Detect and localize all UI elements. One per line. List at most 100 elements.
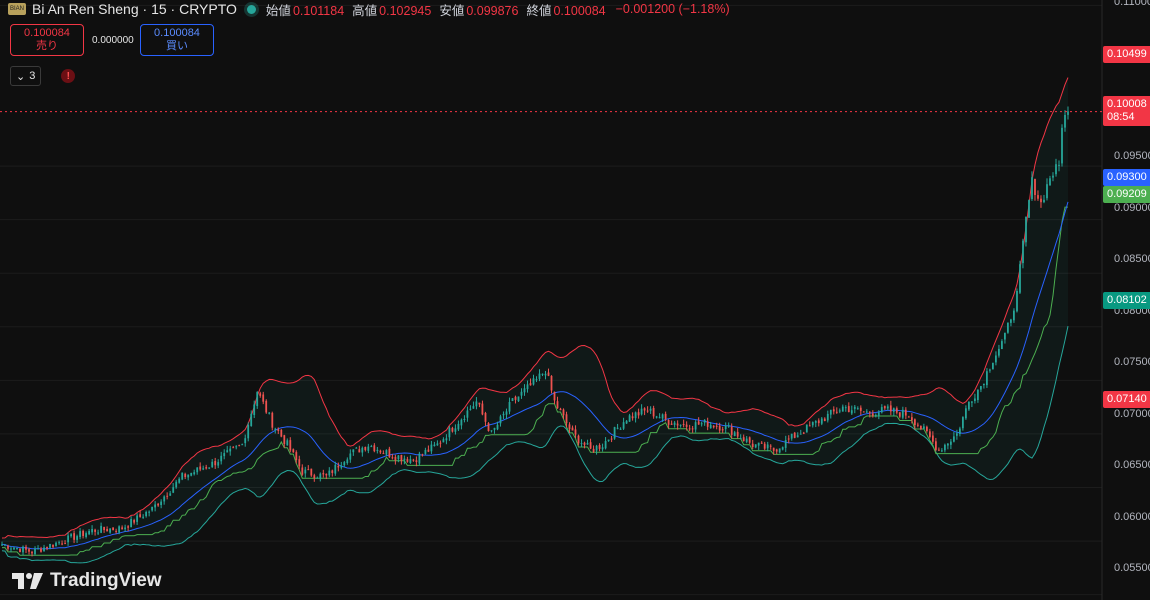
candle-body (325, 473, 328, 476)
candle-body (853, 406, 856, 409)
candle-body (953, 436, 955, 442)
candle-body (703, 419, 706, 423)
candle-body (406, 459, 409, 462)
candle-body (883, 406, 886, 409)
candle-body (94, 529, 96, 532)
candle-body (679, 424, 682, 426)
candle-body (850, 410, 853, 414)
candle-body (709, 424, 712, 429)
candle-body (361, 447, 364, 453)
candle-body (959, 428, 961, 434)
buy-button[interactable]: 0.100084 買い (140, 24, 214, 56)
candle-body (130, 519, 132, 528)
candle-body (562, 409, 565, 416)
candle-body (1016, 291, 1018, 312)
candle-body (178, 478, 181, 483)
candle-body (373, 445, 376, 452)
candle-body (559, 408, 562, 411)
price-tick: 0.09000 (1114, 202, 1150, 214)
candle-body (610, 438, 613, 440)
symbol-logo-icon[interactable]: BIAN (8, 3, 26, 15)
candle-body (592, 448, 595, 452)
symbol-title[interactable]: Bi An Ren Sheng · 15 · CRYPTO (32, 1, 237, 17)
indicators-toggle-button[interactable]: ⌄ 3 (10, 66, 42, 86)
candle-body (70, 534, 72, 537)
candle-body (1031, 177, 1033, 199)
candle-body (526, 384, 529, 390)
candle-body (589, 442, 592, 449)
candle-body (454, 428, 457, 432)
candle-body (535, 379, 538, 381)
warning-icon[interactable]: ! (61, 69, 76, 83)
ohlc-values: 始値 0.101184 高値 0.102945 安値 0.099876 終値 0.100… (266, 0, 606, 19)
candle-body (1034, 179, 1036, 195)
candle-body (718, 425, 721, 431)
candle-body (511, 398, 514, 401)
candle-body (10, 548, 12, 550)
candle-body (646, 410, 649, 412)
candle-body (181, 472, 184, 480)
candle-body (259, 393, 262, 396)
candle-body (145, 512, 147, 517)
candle-body (745, 438, 748, 442)
candle-body (992, 363, 994, 370)
candle-body (196, 467, 199, 473)
candle-body (127, 526, 129, 528)
candle-body (415, 460, 418, 462)
candle-body (874, 414, 877, 417)
candle-body (253, 404, 256, 415)
candle-body (859, 407, 862, 411)
candle-body (1049, 178, 1051, 186)
ohlc-close: 終値 0.100084 (526, 3, 606, 18)
candle-body (424, 450, 427, 454)
candle-body (841, 406, 844, 412)
indicator-row: ⌄ 3 ! (10, 66, 76, 86)
upper-band-line (1, 77, 1069, 539)
candle-body (625, 420, 628, 424)
price-tick: 0.11000 (1114, 0, 1150, 8)
tradingview-watermark[interactable]: TradingView (12, 570, 162, 592)
candle-body (862, 411, 865, 413)
candle-body (289, 440, 292, 451)
sell-button[interactable]: 0.100084 売り (10, 24, 84, 56)
candle-body (986, 371, 988, 386)
candle-body (313, 475, 316, 479)
candle-body (280, 429, 283, 437)
candle-body (977, 389, 979, 400)
candle-body (472, 406, 475, 409)
candle-body (613, 427, 616, 439)
candle-body (451, 427, 454, 432)
lower-band-badge: 0.08102 (1103, 292, 1150, 309)
candle-body (292, 449, 295, 453)
candle-body (649, 408, 652, 411)
candle-body (109, 528, 111, 533)
candle-body (322, 473, 325, 475)
candle-body (478, 402, 481, 405)
ohlc-low: 安値 0.099876 (439, 3, 519, 18)
candle-body (550, 375, 553, 391)
candle-body (748, 437, 751, 443)
candle-body (316, 477, 319, 479)
candle-body (901, 409, 904, 418)
candle-body (7, 545, 9, 549)
candle-body (499, 416, 502, 424)
price-chart[interactable] (0, 0, 1150, 600)
candle-body (655, 416, 658, 418)
candle-body (31, 551, 33, 554)
candle-body (580, 443, 583, 445)
spread-value: 0.000000 (92, 34, 134, 46)
candle-body (823, 418, 826, 421)
candle-body (529, 383, 532, 386)
candle-body (337, 465, 340, 468)
candle-body (658, 417, 661, 419)
candle-body (418, 453, 421, 464)
candle-body (760, 442, 763, 444)
chart-area[interactable]: BIAN Bi An Ren Sheng · 15 · CRYPTO 始値 0.1… (0, 0, 1150, 600)
candle-body (886, 406, 889, 409)
price-tick: 0.09500 (1114, 150, 1150, 162)
candle-body (971, 401, 973, 403)
candle-body (352, 449, 355, 453)
candle-body (733, 432, 736, 436)
candle-body (286, 440, 289, 446)
candle-body (805, 424, 808, 433)
